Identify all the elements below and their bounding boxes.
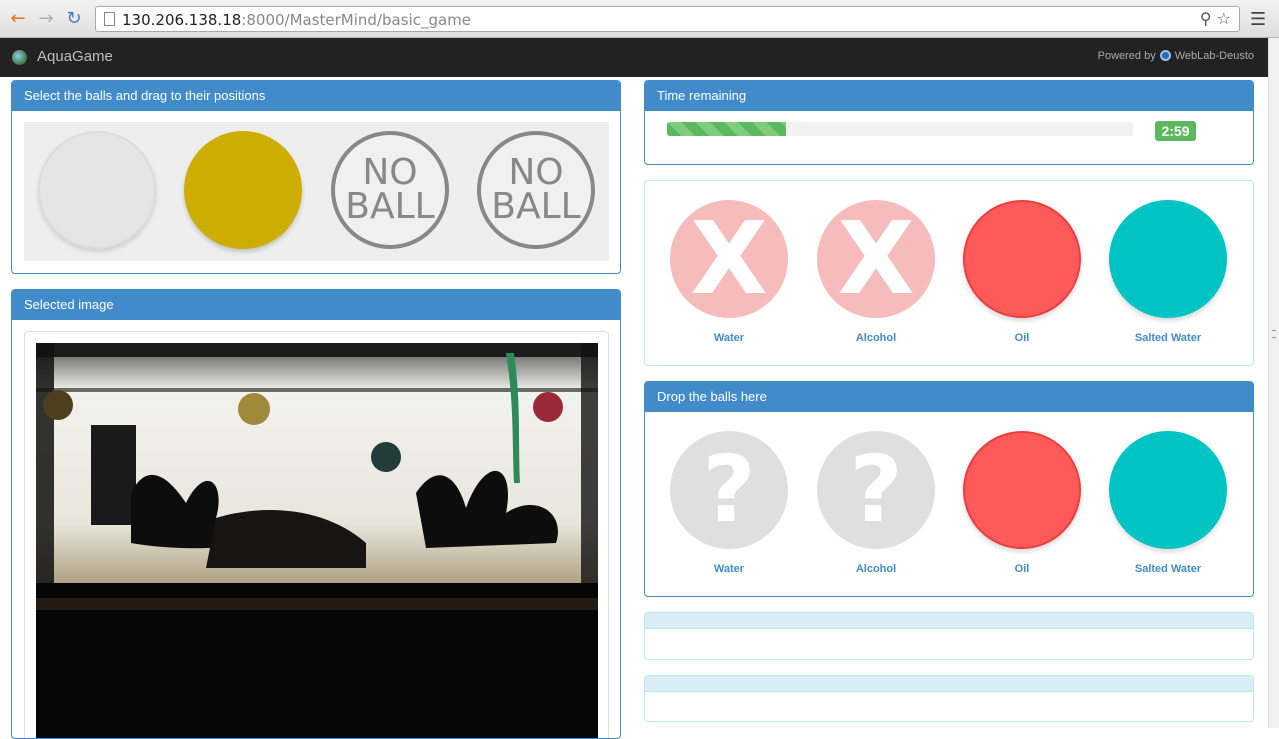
browser-toolbar: ← → ↻ 130.206.138.18:8000/MasterMind/bas… (0, 0, 1279, 38)
url-text[interactable]: 130.206.138.18:8000/MasterMind/basic_gam… (122, 11, 471, 29)
app-navbar: AquaGame Powered by WebLab-Deusto (0, 38, 1268, 77)
info-panel-2-heading (645, 676, 1253, 692)
bookmark-star-icon[interactable]: ☆ (1217, 9, 1231, 28)
alcohol-label: Alcohol (855, 563, 897, 575)
drop-zone-panel: Drop the balls here ? ? Water Alcohol Oi… (644, 381, 1254, 597)
time-progress-bar (667, 122, 1133, 136)
alcohol-label: Alcohol (855, 332, 897, 344)
no-ball-line2: BALL (491, 186, 581, 227)
water-drop-slot[interactable]: ? (670, 431, 788, 549)
url-host: 130.206.138.18 (122, 11, 242, 29)
page-scrollbar[interactable] (1268, 38, 1279, 728)
no-ball-line1: NO (362, 152, 418, 193)
ball-selection-panel: Select the balls and drag to their posit… (11, 80, 621, 274)
oil-result-ball (963, 200, 1081, 318)
aquagame-logo-icon (12, 50, 27, 65)
address-bar[interactable]: 130.206.138.18:8000/MasterMind/basic_gam… (95, 6, 1240, 32)
page-icon (104, 12, 115, 26)
reload-icon[interactable]: ↻ (64, 9, 84, 29)
time-remaining-panel: Time remaining 2:59 (644, 80, 1254, 165)
oil-label: Oil (1014, 332, 1030, 344)
alcohol-result-ball: X (817, 200, 935, 318)
results-panel: X X Water Alcohol Oil Salted Water (644, 180, 1254, 366)
info-panel-1-heading (645, 613, 1253, 629)
water-result-ball: X (670, 200, 788, 318)
time-progress-fill (667, 122, 786, 136)
aquarium-camera-image (36, 343, 598, 738)
selected-image-panel: Selected image (11, 289, 621, 739)
selectable-ball-yellow[interactable] (184, 131, 302, 249)
salted-water-label: Salted Water (1134, 332, 1202, 344)
url-path: :8000/MasterMind/basic_game (241, 11, 471, 29)
camera-frame (24, 331, 609, 738)
powered-by: Powered by WebLab-Deusto (1098, 50, 1254, 62)
oil-label: Oil (1014, 563, 1030, 575)
salted-water-result-ball (1109, 200, 1227, 318)
ball-tray: NO BALL NO BALL (24, 122, 609, 261)
brand-title[interactable]: AquaGame (37, 48, 113, 65)
info-panel-1 (644, 612, 1254, 660)
zoom-icon[interactable]: ⚲ (1200, 9, 1212, 28)
browser-menu-icon[interactable]: ☰ (1250, 9, 1266, 30)
info-panel-2 (644, 675, 1254, 722)
selectable-ball-empty[interactable] (38, 131, 156, 249)
no-ball-line2: BALL (345, 186, 435, 227)
back-arrow-icon[interactable]: ← (8, 9, 28, 29)
time-remaining-badge: 2:59 (1155, 121, 1196, 141)
powered-by-label: Powered by (1097, 50, 1156, 62)
water-label: Water (713, 332, 745, 344)
scrollbar-grip[interactable] (1272, 330, 1276, 338)
alcohol-drop-slot[interactable]: ? (817, 431, 935, 549)
weblab-logo-icon (1159, 50, 1171, 61)
selectable-no-ball[interactable]: NO BALL (477, 131, 595, 249)
ball-selection-title: Select the balls and drag to their posit… (12, 81, 620, 111)
water-label: Water (713, 563, 745, 575)
drop-zone-title: Drop the balls here (645, 382, 1253, 412)
salted-water-drop-slot[interactable] (1109, 431, 1227, 549)
forward-arrow-icon[interactable]: → (36, 9, 56, 29)
time-remaining-title: Time remaining (645, 81, 1253, 111)
oil-drop-slot[interactable] (963, 431, 1081, 549)
no-ball-line1: NO (508, 152, 564, 193)
aquarium-scene (36, 343, 598, 738)
selectable-no-ball[interactable]: NO BALL (331, 131, 449, 249)
powered-by-name[interactable]: WebLab-Deusto (1175, 50, 1254, 62)
salted-water-label: Salted Water (1134, 563, 1202, 575)
selected-image-title: Selected image (12, 290, 620, 320)
